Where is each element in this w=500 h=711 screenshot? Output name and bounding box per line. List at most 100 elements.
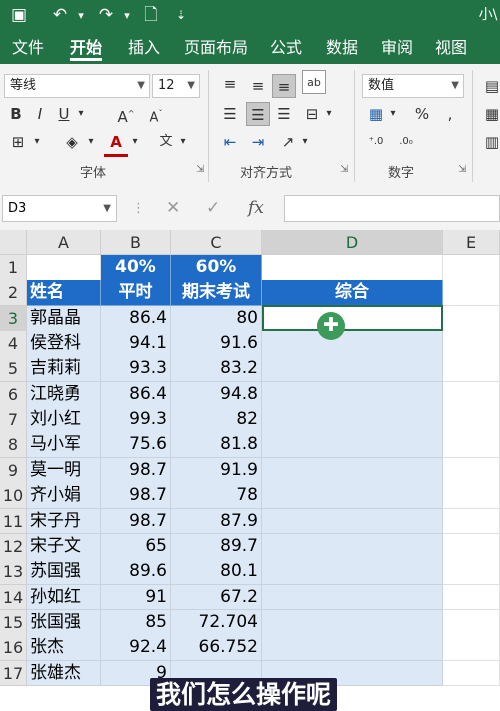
align-center-icon[interactable]: ☰ (246, 102, 270, 126)
cell-a17[interactable]: 张雄杰 (27, 660, 101, 687)
borders-icon[interactable]: ⊞ (6, 130, 30, 154)
cell-e13[interactable] (443, 559, 500, 586)
cell-e15[interactable] (443, 609, 500, 636)
column-header-e[interactable]: E (443, 230, 500, 255)
cell-d1[interactable] (262, 255, 443, 281)
fill-color-icon[interactable]: ◈ (60, 130, 84, 154)
cell-a8[interactable]: 马小军 (27, 432, 101, 459)
cell-a11[interactable]: 宋子丹 (27, 508, 101, 535)
alignment-dialog-launcher-icon[interactable]: ⇲ (340, 164, 348, 175)
cell-d4[interactable] (262, 331, 443, 357)
cell-d6[interactable] (262, 381, 443, 408)
cell-a12[interactable]: 宋子文 (27, 533, 101, 560)
cell-styles-icon[interactable]: ▥ (480, 130, 500, 154)
row-header-10[interactable]: 10 (0, 483, 27, 509)
cell-b11[interactable]: 98.7 (101, 508, 171, 535)
cell-a6[interactable]: 江晓勇 (27, 381, 101, 408)
column-header-a[interactable]: A (27, 230, 101, 255)
cell-b12[interactable]: 65 (101, 533, 171, 560)
cell-c12[interactable]: 89.7 (171, 533, 262, 560)
cell-e1[interactable] (443, 255, 500, 281)
cell-c16[interactable]: 66.752 (171, 635, 262, 662)
cell-e7[interactable] (443, 407, 500, 433)
decrease-font-icon[interactable]: Aˇ (144, 102, 168, 126)
conditional-format-icon[interactable]: ▤ (480, 74, 500, 98)
row-header-5[interactable]: 5 (0, 356, 27, 383)
cell-b15[interactable]: 85 (101, 609, 171, 636)
cell-d16[interactable] (262, 635, 443, 662)
phonetic-dropdown-icon[interactable]: ▾ (176, 130, 190, 154)
row-header-17[interactable]: 17 (0, 660, 27, 687)
align-middle-icon[interactable]: ≡ (246, 74, 270, 98)
cell-c1[interactable]: 60% (171, 255, 262, 281)
row-header-14[interactable]: 14 (0, 584, 27, 611)
row-header-1[interactable]: 1 (0, 255, 27, 281)
merge-dropdown-icon[interactable]: ▾ (322, 102, 336, 126)
align-top-icon[interactable]: ≡ (218, 72, 242, 96)
undo-icon[interactable]: ↶ (46, 0, 74, 31)
cell-c7[interactable]: 82 (171, 407, 262, 433)
cell-b6[interactable]: 86.4 (101, 381, 171, 408)
formula-input[interactable] (284, 195, 500, 222)
cell-e12[interactable] (443, 533, 500, 560)
cell-a15[interactable]: 张国强 (27, 609, 101, 636)
cell-d5[interactable] (262, 356, 443, 383)
active-cell-d3[interactable] (262, 305, 443, 331)
row-header-2[interactable]: 2 (0, 280, 27, 307)
format-as-table-icon[interactable]: ▦ (480, 102, 500, 126)
cell-e9[interactable] (443, 457, 500, 484)
cell-b14[interactable]: 91 (101, 584, 171, 611)
row-header-7[interactable]: 7 (0, 407, 27, 433)
cell-b9[interactable]: 98.7 (101, 457, 171, 484)
italic-button[interactable]: I (28, 102, 52, 126)
cell-d9[interactable] (262, 457, 443, 484)
row-header-11[interactable]: 11 (0, 508, 27, 535)
column-header-c[interactable]: C (171, 230, 262, 255)
column-header-d[interactable]: D (262, 230, 443, 255)
cell-c9[interactable]: 91.9 (171, 457, 262, 484)
comma-style-icon[interactable]: , (438, 102, 462, 126)
decrease-decimal-icon[interactable]: .0₀ (394, 130, 418, 154)
font-color-icon[interactable]: A (104, 130, 128, 157)
cell-e2[interactable] (443, 280, 500, 307)
name-box[interactable]: D3 ▼ (2, 195, 117, 222)
cell-d14[interactable] (262, 584, 443, 611)
tab-insert[interactable]: 插入 (128, 31, 160, 64)
cell-a3[interactable]: 郭晶晶 (27, 305, 101, 332)
number-dialog-launcher-icon[interactable]: ⇲ (458, 164, 466, 175)
cell-a1[interactable] (27, 255, 101, 281)
cell-c4[interactable]: 91.6 (171, 331, 262, 357)
enter-icon[interactable]: ✓ (206, 195, 220, 222)
accounting-dropdown-icon[interactable]: ▾ (386, 102, 400, 126)
font-color-dropdown-icon[interactable]: ▾ (128, 130, 142, 154)
cell-a13[interactable]: 苏国强 (27, 559, 101, 586)
cancel-icon[interactable]: ✕ (166, 195, 180, 222)
cell-e6[interactable] (443, 381, 500, 408)
row-header-16[interactable]: 16 (0, 635, 27, 662)
row-header-4[interactable]: 4 (0, 331, 27, 357)
cell-b4[interactable]: 94.1 (101, 331, 171, 357)
number-format-select[interactable]: 数值 ▼ (362, 74, 464, 98)
borders-dropdown-icon[interactable]: ▾ (30, 130, 44, 154)
cell-e16[interactable] (443, 635, 500, 662)
decrease-indent-icon[interactable]: ⇤ (218, 130, 242, 154)
cell-c8[interactable]: 81.8 (171, 432, 262, 459)
fill-dropdown-icon[interactable]: ▾ (84, 130, 98, 154)
bold-button[interactable]: B (4, 102, 28, 126)
cell-c6[interactable]: 94.8 (171, 381, 262, 408)
cell-d15[interactable] (262, 609, 443, 636)
align-right-icon[interactable]: ☰ (272, 102, 296, 126)
underline-button[interactable]: U (52, 102, 76, 126)
percent-style-icon[interactable]: % (410, 102, 434, 126)
cell-c2[interactable]: 期末考试 (171, 280, 262, 307)
cell-a14[interactable]: 孙如红 (27, 584, 101, 611)
row-header-15[interactable]: 15 (0, 609, 27, 636)
align-bottom-icon[interactable]: ≡ (272, 74, 296, 98)
cell-a5[interactable]: 吉莉莉 (27, 356, 101, 383)
cell-b13[interactable]: 89.6 (101, 559, 171, 586)
row-header-3[interactable]: 3 (0, 305, 27, 332)
cell-b10[interactable]: 98.7 (101, 483, 171, 509)
cell-c15[interactable]: 72.704 (171, 609, 262, 636)
accounting-format-icon[interactable]: ▦ (364, 102, 388, 126)
cell-d2[interactable]: 综合 (262, 280, 443, 307)
